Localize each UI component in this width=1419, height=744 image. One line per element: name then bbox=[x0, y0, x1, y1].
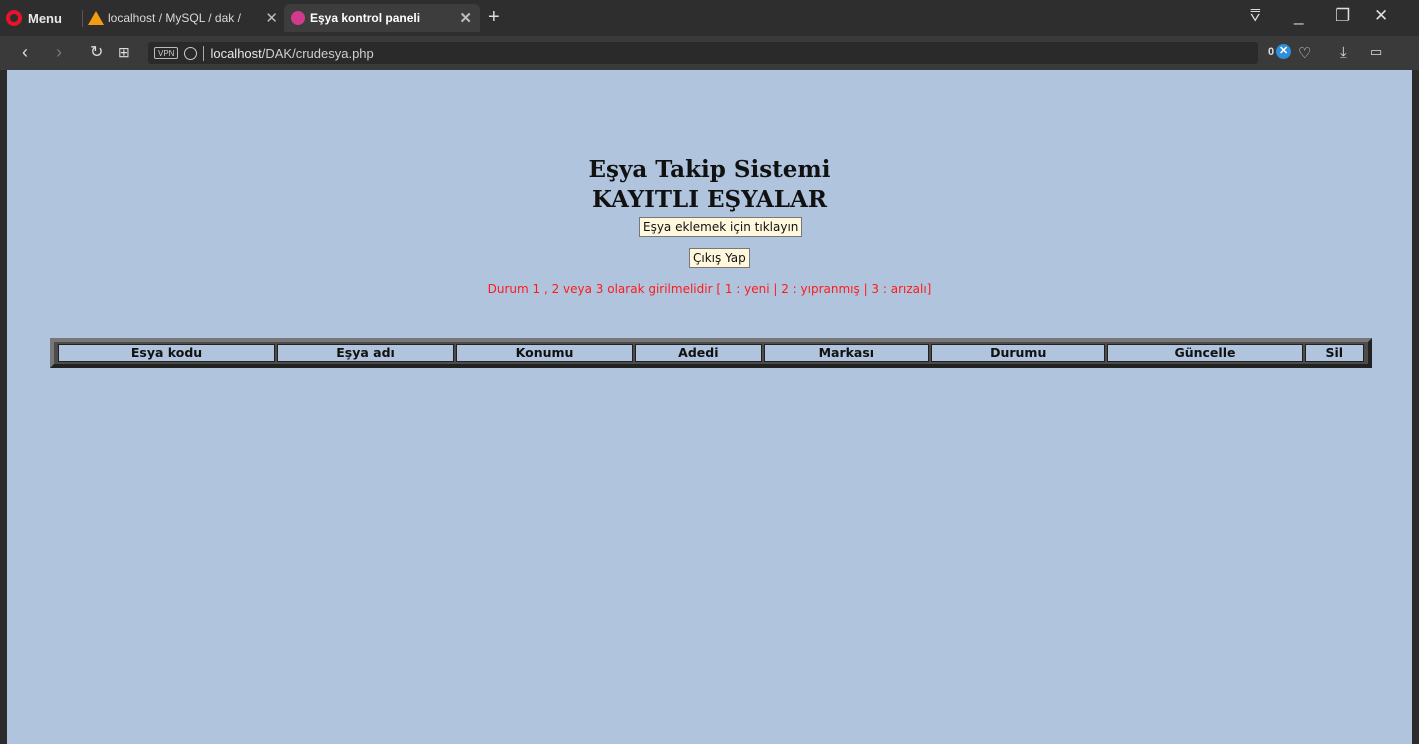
col-guncelle: Güncelle bbox=[1107, 344, 1303, 362]
page-subtitle: KAYITLI EŞYALAR bbox=[591, 186, 828, 213]
minimize-icon[interactable]: _ bbox=[1294, 6, 1303, 26]
tab-title: localhost / MySQL / dak / bbox=[108, 11, 241, 25]
vpn-badge[interactable]: VPN bbox=[154, 47, 179, 59]
url-path: /DAK/crudesya.php bbox=[261, 45, 374, 61]
heart-icon[interactable]: ♡ bbox=[1298, 44, 1311, 62]
forward-icon[interactable]: › bbox=[56, 42, 62, 63]
tab-favicon-icon bbox=[290, 10, 306, 26]
col-esya-adi: Eşya adı bbox=[277, 344, 455, 362]
adblock-icon: ✕ bbox=[1276, 44, 1292, 59]
url-text: localhost/DAK/crudesya.php bbox=[210, 46, 373, 61]
tab-title: Eşya kontrol paneli bbox=[310, 11, 421, 25]
globe-icon[interactable] bbox=[184, 46, 198, 60]
page-title: Eşya Takip Sistemi bbox=[588, 156, 831, 183]
col-markasi: Markası bbox=[763, 344, 930, 362]
tab-phpmyadmin[interactable]: localhost / MySQL / dak / ✕ bbox=[88, 4, 278, 32]
col-durumu: Durumu bbox=[931, 344, 1106, 362]
url-host: localhost bbox=[210, 45, 262, 61]
page-viewport: Eşya Takip Sistemi KAYITLI EŞYALAR Eşya … bbox=[7, 70, 1412, 744]
window-close-icon[interactable]: ✕ bbox=[1374, 6, 1388, 26]
speed-dial-icon[interactable]: ⊞ bbox=[118, 44, 130, 61]
url-divider bbox=[203, 45, 205, 61]
phpmyadmin-favicon-icon bbox=[88, 10, 104, 26]
adblock-button[interactable]: 0 ✕ bbox=[1268, 44, 1292, 59]
items-table: Esya kodu Eşya adı Konumu Adedi Markası … bbox=[50, 338, 1372, 368]
opera-logo-icon bbox=[6, 10, 22, 26]
tab-separator bbox=[82, 10, 83, 27]
download-icon[interactable]: ⤓ bbox=[1340, 44, 1347, 61]
back-icon[interactable]: ‹ bbox=[22, 42, 28, 63]
tab-menu-icon[interactable]: ⩢ bbox=[1250, 6, 1260, 26]
col-esya-kodu: Esya kodu bbox=[58, 344, 276, 362]
menu-label: Menu bbox=[28, 10, 62, 26]
restore-icon[interactable]: ❐ bbox=[1335, 6, 1350, 26]
tab-esya-kontrol-paneli[interactable]: Eşya kontrol paneli ✕ bbox=[284, 4, 480, 32]
add-item-button[interactable]: Eşya eklemek için tıklayın bbox=[639, 217, 803, 237]
col-konumu: Konumu bbox=[456, 344, 634, 362]
opera-menu-button[interactable]: Menu bbox=[6, 8, 62, 28]
battery-icon[interactable]: ▭ bbox=[1370, 44, 1382, 60]
table-header-row: Esya kodu Eşya adı Konumu Adedi Markası … bbox=[58, 344, 1364, 362]
reload-icon[interactable]: ↻ bbox=[90, 42, 103, 62]
status-notice: Durum 1 , 2 veya 3 olarak girilmelidir [… bbox=[487, 282, 932, 296]
new-tab-button[interactable]: + bbox=[488, 6, 500, 29]
col-sil: Sil bbox=[1304, 344, 1364, 362]
browser-address-bar: ‹ › ↻ ⊞ VPN localhost/DAK/crudesya.php 0… bbox=[0, 36, 1419, 70]
col-adedi: Adedi bbox=[635, 344, 762, 362]
browser-tab-bar: Menu localhost / MySQL / dak / ✕ Eşya ko… bbox=[0, 0, 1419, 36]
url-field[interactable]: VPN localhost/DAK/crudesya.php bbox=[148, 42, 1258, 64]
close-tab-icon[interactable]: ✕ bbox=[459, 9, 472, 27]
close-tab-icon[interactable]: ✕ bbox=[265, 9, 278, 27]
logout-button[interactable]: Çıkış Yap bbox=[689, 248, 750, 268]
adblock-count: 0 bbox=[1268, 45, 1275, 58]
